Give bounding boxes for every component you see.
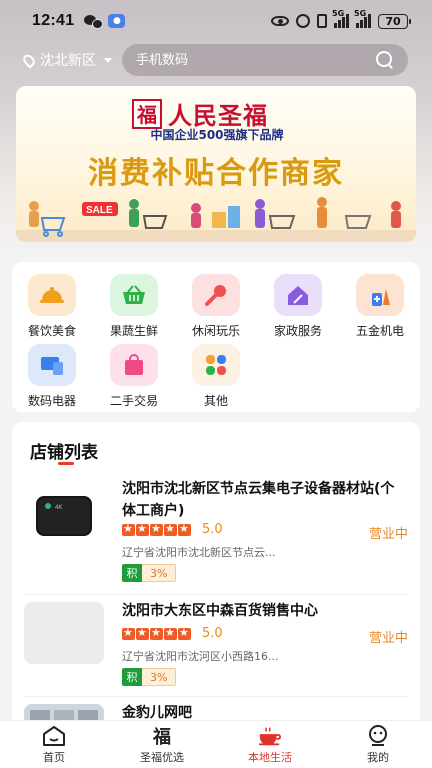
star-icon <box>136 522 149 536</box>
category-dining[interactable]: 餐饮美食 <box>14 274 90 339</box>
points-label: 积 <box>122 668 142 686</box>
message-icon: ● <box>108 14 126 28</box>
points-rate: 3% <box>142 564 177 582</box>
location-selector[interactable]: 沈北新区 <box>20 50 120 70</box>
shopping-bag-icon <box>110 344 158 386</box>
spray-bottle-icon <box>356 274 404 316</box>
points-rate: 3% <box>142 668 177 686</box>
store-item[interactable]: 4K 沈阳市沈北新区节点云集电子设备器材站(个体工商户) 5.0 营业中 辽宁省… <box>12 478 420 586</box>
category-secondhand[interactable]: 二手交易 <box>96 344 172 409</box>
category-housekeeping[interactable]: 家政服务 <box>260 274 336 339</box>
promo-banner[interactable]: 福 人民圣福 中国企业500强旗下品牌 消费补贴合作商家 SALE <box>16 86 416 242</box>
category-digital[interactable]: 数码电器 <box>14 344 90 409</box>
vibrate-icon <box>317 14 327 28</box>
points-badge: 积 3% <box>122 668 177 686</box>
nav-local-life[interactable]: 本地生活 <box>216 721 324 768</box>
star-rating <box>122 522 191 536</box>
search-icon[interactable] <box>376 51 394 69</box>
category-label: 数码电器 <box>27 394 76 408</box>
location-label: 沈北新区 <box>40 53 96 69</box>
status-bar: 12:41 ● 5G 5G 70 <box>0 0 432 42</box>
category-leisure[interactable]: 休闲玩乐 <box>178 274 254 339</box>
eye-comfort-icon <box>271 16 289 26</box>
heading-underline <box>58 462 74 465</box>
banner-title: 消费补贴合作商家 <box>88 156 344 191</box>
divider <box>24 696 408 697</box>
store-address: 辽宁省沈阳市沈河区小西路16... <box>122 650 279 663</box>
nav-label: 圣福优选 <box>140 750 184 764</box>
open-status: 营业中 <box>368 527 408 542</box>
battery-icon: 70 <box>378 13 411 29</box>
grid-apps-icon <box>192 344 240 386</box>
devices-icon <box>28 344 76 386</box>
category-label: 五金机电 <box>355 324 404 338</box>
star-rating <box>122 626 191 640</box>
star-icon <box>122 626 135 640</box>
nav-label: 我的 <box>367 750 389 764</box>
nav-label: 首页 <box>43 750 65 764</box>
nav-home[interactable]: 首页 <box>0 721 108 768</box>
chevron-down-icon <box>104 57 112 63</box>
star-icon <box>150 522 163 536</box>
alarm-icon <box>296 14 310 28</box>
svg-text:4K: 4K <box>55 505 62 511</box>
divider <box>24 594 408 595</box>
store-name: 沈阳市沈北新区节点云集电子设备器材站(个体工商户) <box>122 481 395 519</box>
star-icon <box>122 522 135 536</box>
category-label: 家政服务 <box>273 324 322 338</box>
category-hardware[interactable]: 五金机电 <box>342 274 418 339</box>
coffee-cup-icon <box>258 725 282 747</box>
location-pin-icon <box>20 51 38 69</box>
status-time: 12:41 <box>32 12 75 29</box>
store-item[interactable]: 沈阳市大东区中森百货销售中心 5.0 营业中 辽宁省沈阳市沈河区小西路16...… <box>12 600 420 696</box>
home-icon <box>42 725 66 747</box>
star-icon <box>178 522 191 536</box>
store-name: 沈阳市大东区中森百货销售中心 <box>122 603 318 619</box>
nav-profile[interactable]: 我的 <box>324 721 432 768</box>
points-badge: 积 3% <box>122 564 177 582</box>
profile-icon <box>366 724 390 747</box>
shopping-illustration: SALE <box>16 197 416 242</box>
category-other[interactable]: 其他 <box>178 344 254 409</box>
nav-label: 本地生活 <box>248 750 292 764</box>
search-row: 沈北新区 <box>0 42 432 78</box>
star-icon <box>150 626 163 640</box>
brand-seal-icon: 福 <box>132 98 162 129</box>
microphone-icon <box>192 274 240 316</box>
category-label: 休闲玩乐 <box>191 324 240 338</box>
star-icon <box>178 626 191 640</box>
store-address: 辽宁省沈阳市沈北新区节点云... <box>122 546 276 559</box>
category-fresh[interactable]: 果蔬生鲜 <box>96 274 172 339</box>
store-rating: 5.0 <box>202 522 223 537</box>
category-label: 二手交易 <box>109 394 158 408</box>
category-grid: 餐饮美食 果蔬生鲜 休闲玩乐 家政服务 五金机电 数码电器 二手交易 其他 <box>12 262 420 412</box>
signal-icon: 5G <box>354 9 371 28</box>
open-status: 营业中 <box>368 631 408 646</box>
store-list: 店铺列表 4K 沈阳市沈北新区节点云集电子设备器材站(个体工商户) 5.0 营业… <box>12 422 420 742</box>
category-label: 餐饮美食 <box>27 324 76 338</box>
nav-shengfu[interactable]: 福 圣福优选 <box>108 721 216 768</box>
house-broom-icon <box>274 274 322 316</box>
star-icon <box>164 522 177 536</box>
bottom-nav: 首页 福 圣福优选 本地生活 我的 <box>0 720 432 768</box>
star-icon <box>136 626 149 640</box>
points-label: 积 <box>122 564 142 582</box>
signal-icon: 5G <box>332 9 349 28</box>
dish-cloche-icon <box>28 274 76 316</box>
category-label: 其他 <box>203 394 228 408</box>
store-list-heading: 店铺列表 <box>30 443 98 463</box>
basket-icon <box>110 274 158 316</box>
wechat-icon <box>84 14 104 29</box>
search-bar[interactable] <box>122 44 408 76</box>
brand-subtitle: 中国企业500强旗下品牌 <box>150 128 284 142</box>
store-thumbnail <box>24 602 104 664</box>
category-label: 果蔬生鲜 <box>109 324 158 338</box>
svg-text:SALE: SALE <box>86 205 113 216</box>
fu-icon: 福 <box>153 726 171 748</box>
star-icon <box>164 626 177 640</box>
store-thumbnail: 4K <box>24 484 104 546</box>
store-rating: 5.0 <box>202 626 223 641</box>
search-input[interactable] <box>136 52 376 68</box>
